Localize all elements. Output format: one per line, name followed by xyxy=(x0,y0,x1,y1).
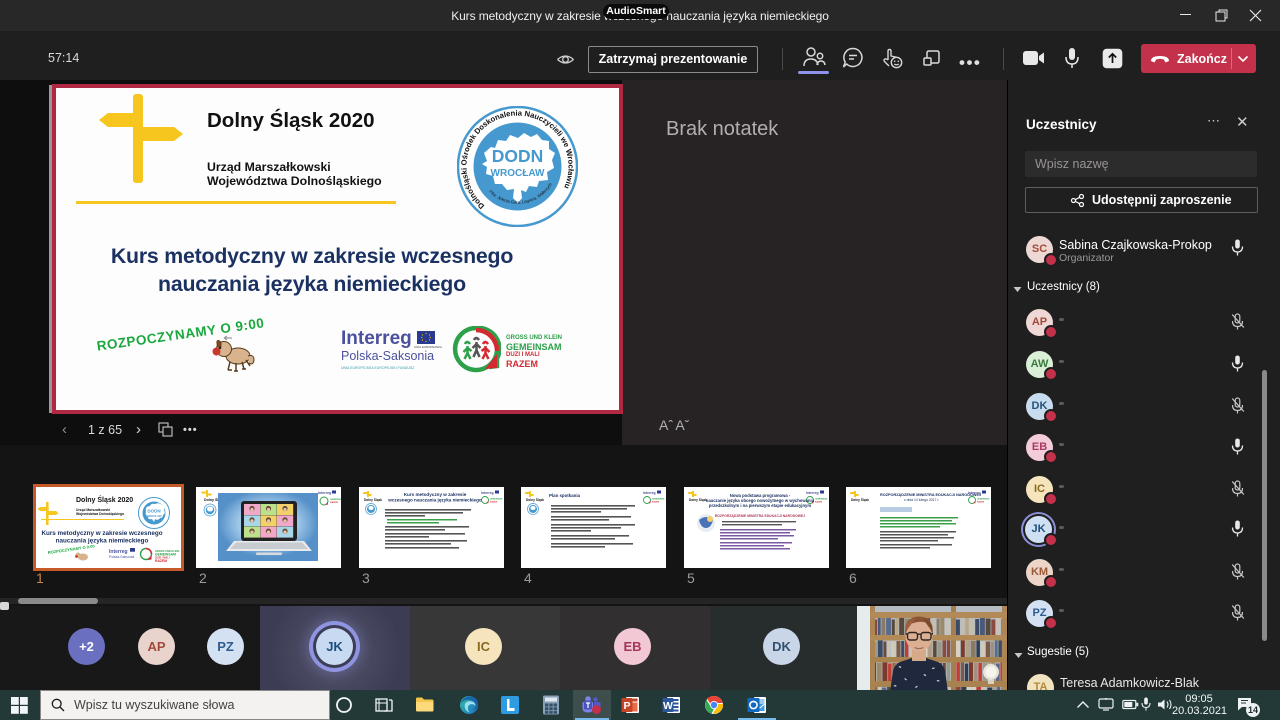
svg-text:DODN: DODN xyxy=(147,509,160,514)
svg-text:Dolny Śląsk: Dolny Śląsk xyxy=(851,497,869,502)
svg-text:wczesnego nauczania języka nie: wczesnego nauczania języka niemieckiego xyxy=(387,498,482,503)
svg-text:Polska-Saksonia: Polska-Saksonia xyxy=(109,555,134,559)
svg-text:RAZEM: RAZEM xyxy=(155,559,167,563)
svg-text:Interreg: Interreg xyxy=(643,491,656,495)
svg-text:WROCŁAW: WROCŁAW xyxy=(491,168,545,179)
svg-text:WROCŁAW: WROCŁAW xyxy=(146,514,161,518)
svg-text:ROZPOCZYNAMY O 9:00: ROZPOCZYNAMY O 9:00 xyxy=(47,543,95,555)
svg-text:RAZEM: RAZEM xyxy=(977,501,984,504)
svg-text:Interreg: Interreg xyxy=(318,491,331,495)
svg-text:nauczania języka niemieckiego: nauczania języka niemieckiego xyxy=(56,538,149,545)
svg-text:Dolny Śląsk: Dolny Śląsk xyxy=(526,497,544,502)
svg-text:Interreg: Interreg xyxy=(481,491,494,495)
svg-text:RAZEM: RAZEM xyxy=(815,501,822,504)
svg-text:Plan spotkania: Plan spotkania xyxy=(549,493,581,498)
svg-text:Kurs metodyczny w zakresie wcz: Kurs metodyczny w zakresie wczesnego xyxy=(41,530,162,537)
svg-text:GEMEINSAM: GEMEINSAM xyxy=(330,498,341,501)
svg-text:z dnia 14 lutego 2017 r.: z dnia 14 lutego 2017 r. xyxy=(904,498,939,502)
svg-text:Kurs metodyczny w zakresie: Kurs metodyczny w zakresie xyxy=(404,492,467,497)
svg-text:ROZPORZĄDZENIE MINISTRA EDUKAC: ROZPORZĄDZENIE MINISTRA EDUKACJI NARODOW… xyxy=(715,514,805,518)
svg-text:Dolny Śląsk 2020: Dolny Śląsk 2020 xyxy=(76,495,133,504)
svg-text:Dolny Śląsk: Dolny Śląsk xyxy=(364,497,382,502)
svg-text:przedszkolnym i na pierwszym e: przedszkolnym i na pierwszym etapie eduk… xyxy=(709,503,811,508)
svg-text:RAZEM: RAZEM xyxy=(652,501,659,504)
svg-text:Interreg: Interreg xyxy=(806,491,819,495)
svg-text:GEMEINSAM: GEMEINSAM xyxy=(977,498,990,501)
svg-text:GEMEINSAM: GEMEINSAM xyxy=(652,498,665,501)
svg-text:RAZEM: RAZEM xyxy=(490,501,497,504)
svg-text:W: W xyxy=(663,700,673,712)
svg-text:P: P xyxy=(623,700,630,712)
svg-text:GEMEINSAM: GEMEINSAM xyxy=(490,498,503,501)
svg-text:ROZPORZĄDZENIE MINISTRA EDUKAC: ROZPORZĄDZENIE MINISTRA EDUKACJI NARODOW… xyxy=(880,493,981,497)
svg-text:Województwa Dolnośląskiego: Województwa Dolnośląskiego xyxy=(76,512,124,516)
svg-text:GEMEINSAM: GEMEINSAM xyxy=(815,498,828,501)
svg-text:Dolny Śląsk: Dolny Śląsk xyxy=(689,497,707,502)
svg-text:RAZEM: RAZEM xyxy=(330,501,338,504)
svg-text:DODN: DODN xyxy=(492,146,544,166)
